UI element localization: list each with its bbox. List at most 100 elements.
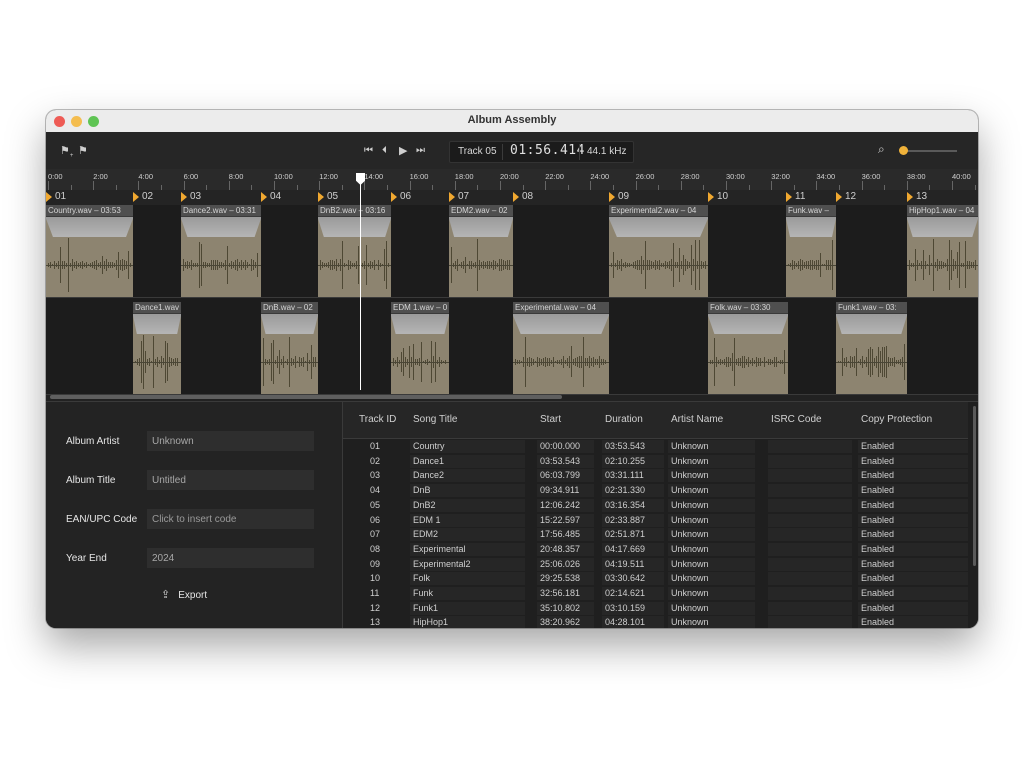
audio-clip[interactable]: DnB2.wav – 03:16	[318, 205, 391, 297]
table-cell[interactable]: 03	[370, 470, 380, 480]
table-cell[interactable]: 09:34.911	[540, 485, 579, 495]
audio-clip[interactable]: DnB.wav – 02	[261, 302, 318, 394]
clip-fade-envelope[interactable]	[46, 217, 133, 237]
clip-fade-envelope[interactable]	[609, 217, 708, 237]
table-cell[interactable]: 02:14.621	[605, 588, 645, 598]
table-row[interactable]: 03 Dance2 06:03.799 03:31.111 Unknown Enabled	[343, 468, 968, 483]
table-cell[interactable]: 06:03.799	[540, 470, 580, 480]
audio-clip[interactable]: Experimental2.wav – 04	[609, 205, 708, 297]
timeline-ruler[interactable]: 0:00 2:00 4:00 6:00 8:00 10:00 12:00 14:00 16:00…	[46, 169, 978, 191]
horizontal-scrollbar[interactable]	[50, 395, 562, 399]
table-cell[interactable]: Enabled	[861, 441, 894, 451]
clip-fade-envelope[interactable]	[708, 314, 788, 334]
table-cell[interactable]: Enabled	[861, 588, 894, 598]
column-header[interactable]: Duration	[605, 414, 643, 425]
search-icon[interactable]: ⌕	[878, 142, 885, 156]
table-cell[interactable]: Enabled	[861, 515, 894, 525]
table-cell[interactable]: Funk1	[413, 603, 438, 613]
export-button[interactable]: ⇪ Export	[161, 584, 207, 604]
previous-icon[interactable]: ⏴	[382, 144, 387, 158]
table-cell[interactable]: Unknown	[671, 441, 709, 451]
track-marker-flag[interactable]	[449, 192, 455, 202]
table-row[interactable]: 02 Dance1 03:53.543 02:10.255 Unknown Enabled	[343, 454, 968, 469]
clip-fade-envelope[interactable]	[907, 217, 978, 237]
table-cell[interactable]: 03:16.354	[605, 500, 645, 510]
column-header[interactable]: Copy Protection	[861, 414, 932, 425]
ean-code-input[interactable]	[147, 509, 314, 529]
track-marker-flag[interactable]	[261, 192, 267, 202]
table-cell[interactable]: 10	[370, 573, 380, 583]
track-marker-flag[interactable]	[609, 192, 615, 202]
clip-fade-envelope[interactable]	[318, 217, 391, 237]
table-cell[interactable]: 11	[370, 588, 379, 598]
table-cell[interactable]: 04:17.669	[605, 544, 645, 554]
table-cell[interactable]: 12:06.242	[540, 500, 580, 510]
table-cell[interactable]: Unknown	[671, 470, 709, 480]
audio-clip[interactable]: EDM2.wav – 02	[449, 205, 513, 297]
table-cell[interactable]: 15:22.597	[540, 515, 580, 525]
track-marker-flag[interactable]	[46, 192, 52, 202]
clip-fade-envelope[interactable]	[449, 217, 513, 237]
table-cell[interactable]: 03:10.159	[605, 603, 645, 613]
table-cell[interactable]: 06	[370, 515, 380, 525]
table-cell[interactable]: EDM 1	[413, 515, 441, 525]
table-cell[interactable]: EDM2	[413, 529, 438, 539]
track-marker-flag[interactable]	[133, 192, 139, 202]
table-cell[interactable]: 02	[370, 456, 380, 466]
table-cell[interactable]: Unknown	[671, 573, 709, 583]
zoom-slider[interactable]	[905, 150, 957, 152]
clip-fade-envelope[interactable]	[261, 314, 318, 334]
table-cell[interactable]: Enabled	[861, 529, 894, 539]
table-cell[interactable]: Experimental	[413, 544, 466, 554]
track-marker-flag[interactable]	[708, 192, 714, 202]
clip-fade-envelope[interactable]	[391, 314, 449, 334]
table-row[interactable]: 07 EDM2 17:56.485 02:51.871 Unknown Enabled	[343, 527, 968, 542]
table-cell[interactable]: 12	[370, 603, 380, 613]
table-cell[interactable]: Country	[413, 441, 445, 451]
table-cell[interactable]: 25:06.026	[540, 559, 580, 569]
table-cell[interactable]: Funk	[413, 588, 433, 598]
table-row[interactable]: 01 Country 00:00.000 03:53.543 Unknown Enable…	[343, 439, 968, 454]
clip-fade-envelope[interactable]	[836, 314, 907, 334]
table-cell[interactable]: 35:10.802	[540, 603, 580, 613]
table-cell[interactable]: 00:00.000	[540, 441, 580, 451]
column-header[interactable]: ISRC Code	[771, 414, 822, 425]
table-row[interactable]: 04 DnB 09:34.911 02:31.330 Unknown Enabled	[343, 483, 968, 498]
table-cell[interactable]: Experimental2	[413, 559, 471, 569]
table-cell[interactable]: 13	[370, 617, 380, 627]
table-cell[interactable]: Unknown	[671, 529, 709, 539]
table-row[interactable]: 08 Experimental 20:48.357 04:17.669 Unknown E…	[343, 542, 968, 557]
table-cell[interactable]: 04:28.101	[605, 617, 645, 627]
audio-clip[interactable]: HipHop1.wav – 04	[907, 205, 978, 297]
track-marker-flag[interactable]	[391, 192, 397, 202]
table-row[interactable]: 09 Experimental2 25:06.026 04:19.511 Unknown…	[343, 557, 968, 572]
table-cell[interactable]: Unknown	[671, 559, 709, 569]
year-end-input[interactable]	[147, 548, 314, 568]
audio-clip[interactable]: EDM 1.wav – 0	[391, 302, 449, 394]
table-cell[interactable]: 02:51.871	[605, 529, 645, 539]
table-cell[interactable]: Enabled	[861, 544, 894, 554]
track-lanes[interactable]: Country.wav – 03:53 Dance2.wav – 03:31 DnB…	[46, 205, 978, 395]
table-cell[interactable]: 08	[370, 544, 380, 554]
flag-add-icon[interactable]: ⚑+	[60, 144, 73, 163]
table-row[interactable]: 05 DnB2 12:06.242 03:16.354 Unknown Enabled	[343, 498, 968, 513]
table-cell[interactable]: Enabled	[861, 573, 894, 583]
flag-icon[interactable]: ⚑	[78, 144, 88, 158]
clip-fade-envelope[interactable]	[133, 314, 181, 334]
table-cell[interactable]: Unknown	[671, 485, 709, 495]
table-cell[interactable]: Dance2	[413, 470, 444, 480]
table-row[interactable]: 06 EDM 1 15:22.597 02:33.887 Unknown Enabled	[343, 513, 968, 528]
track-marker-flag[interactable]	[318, 192, 324, 202]
table-row[interactable]: 11 Funk 32:56.181 02:14.621 Unknown Enabled	[343, 586, 968, 601]
clip-fade-envelope[interactable]	[786, 217, 836, 237]
table-cell[interactable]: 05	[370, 500, 380, 510]
table-cell[interactable]: Enabled	[861, 456, 894, 466]
audio-clip[interactable]: Country.wav – 03:53	[46, 205, 133, 297]
table-cell[interactable]: 03:30.642	[605, 573, 645, 583]
table-cell[interactable]: Enabled	[861, 617, 894, 627]
table-cell[interactable]: DnB2	[413, 500, 436, 510]
column-header[interactable]: Track ID	[359, 414, 396, 425]
column-header[interactable]: Artist Name	[671, 414, 723, 425]
table-cell[interactable]: 29:25.538	[540, 573, 580, 583]
table-row[interactable]: 12 Funk1 35:10.802 03:10.159 Unknown Enabled	[343, 601, 968, 616]
